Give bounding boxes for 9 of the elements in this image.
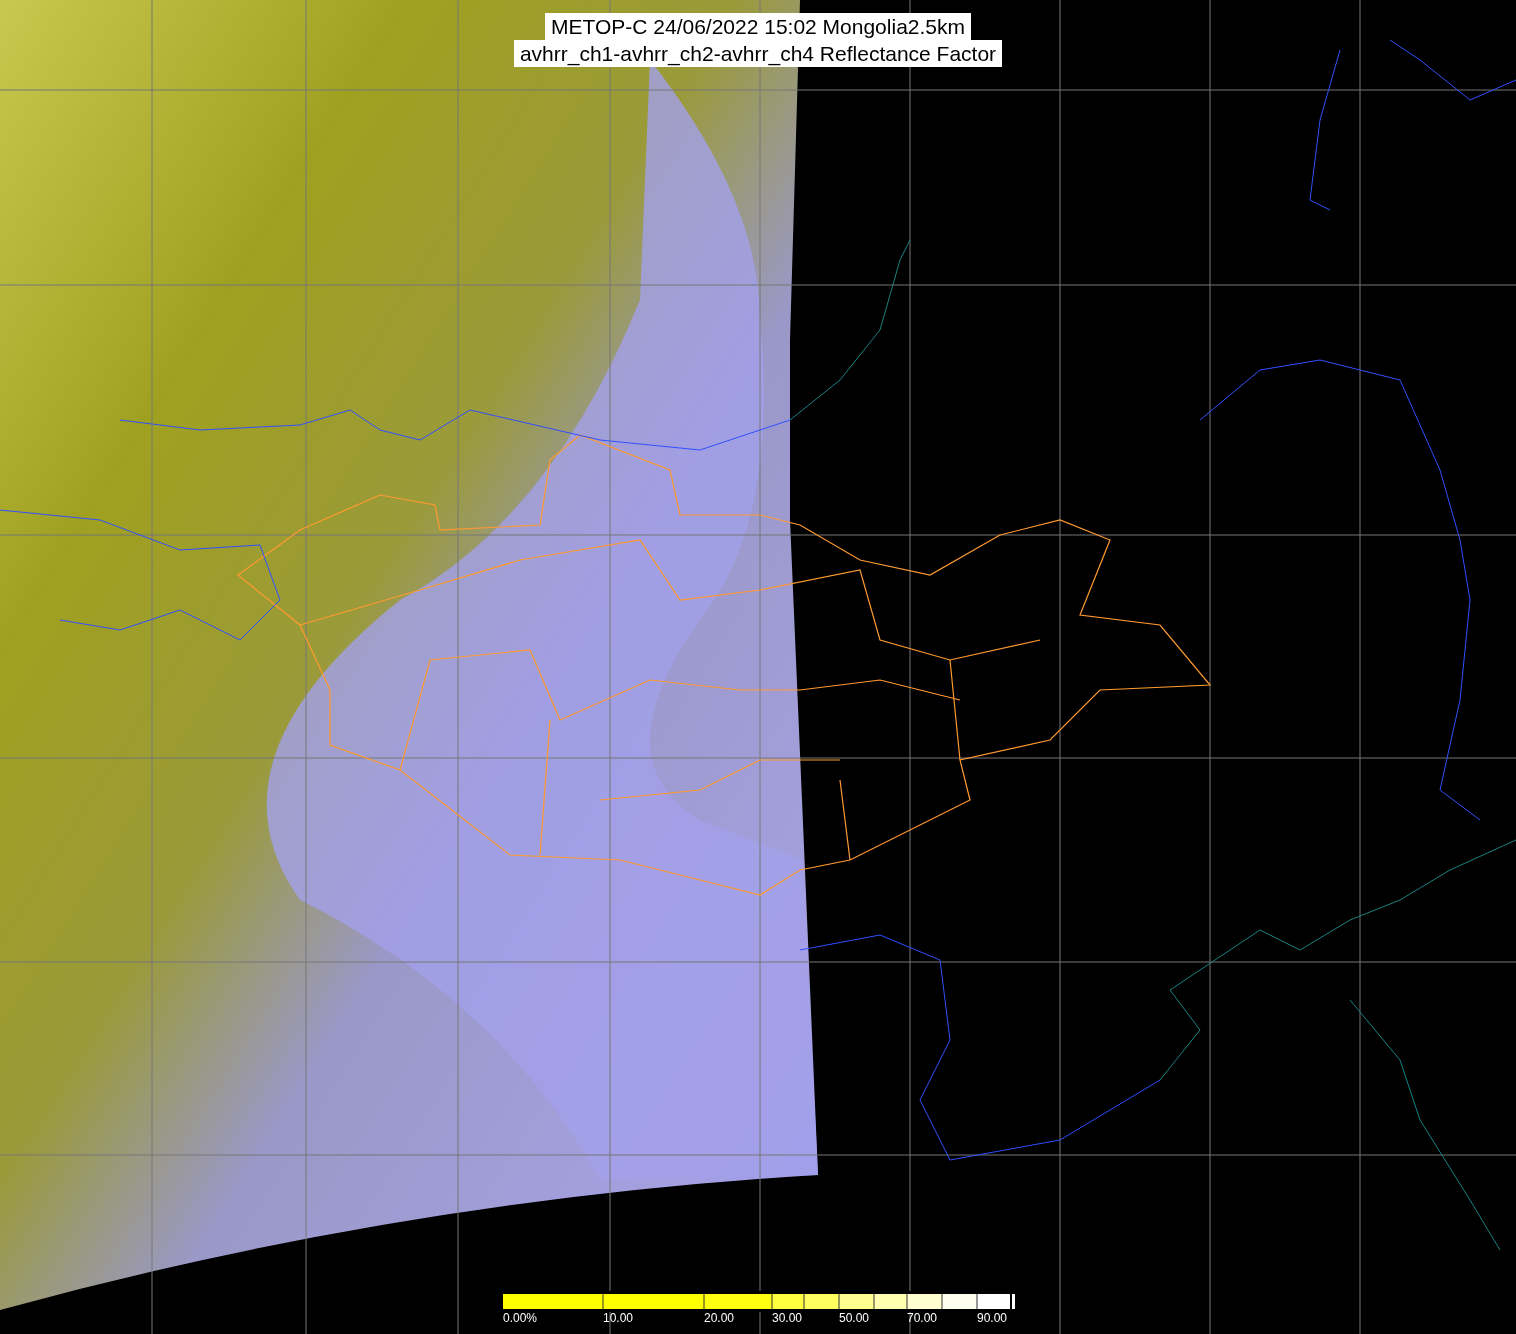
legend-tick-label: 90.00 [977, 1311, 1008, 1325]
legend-tick-label: 70.00 [907, 1311, 938, 1325]
map-title: avhrr_ch1-avhrr_ch2-avhrr_ch4 Reflectance Factor [513, 40, 1003, 67]
legend-tick-label: 0.00% [503, 1311, 538, 1325]
legend-tick-label: 20.00 [704, 1311, 735, 1325]
map-title: METOP-C 24/06/2022 15:02 Mongolia2.5km [545, 13, 971, 40]
legend-tick-label: 50.00 [839, 1311, 870, 1325]
legend-tick-label: 10.00 [603, 1311, 634, 1325]
legend-tick-label: 30.00 [772, 1311, 803, 1325]
